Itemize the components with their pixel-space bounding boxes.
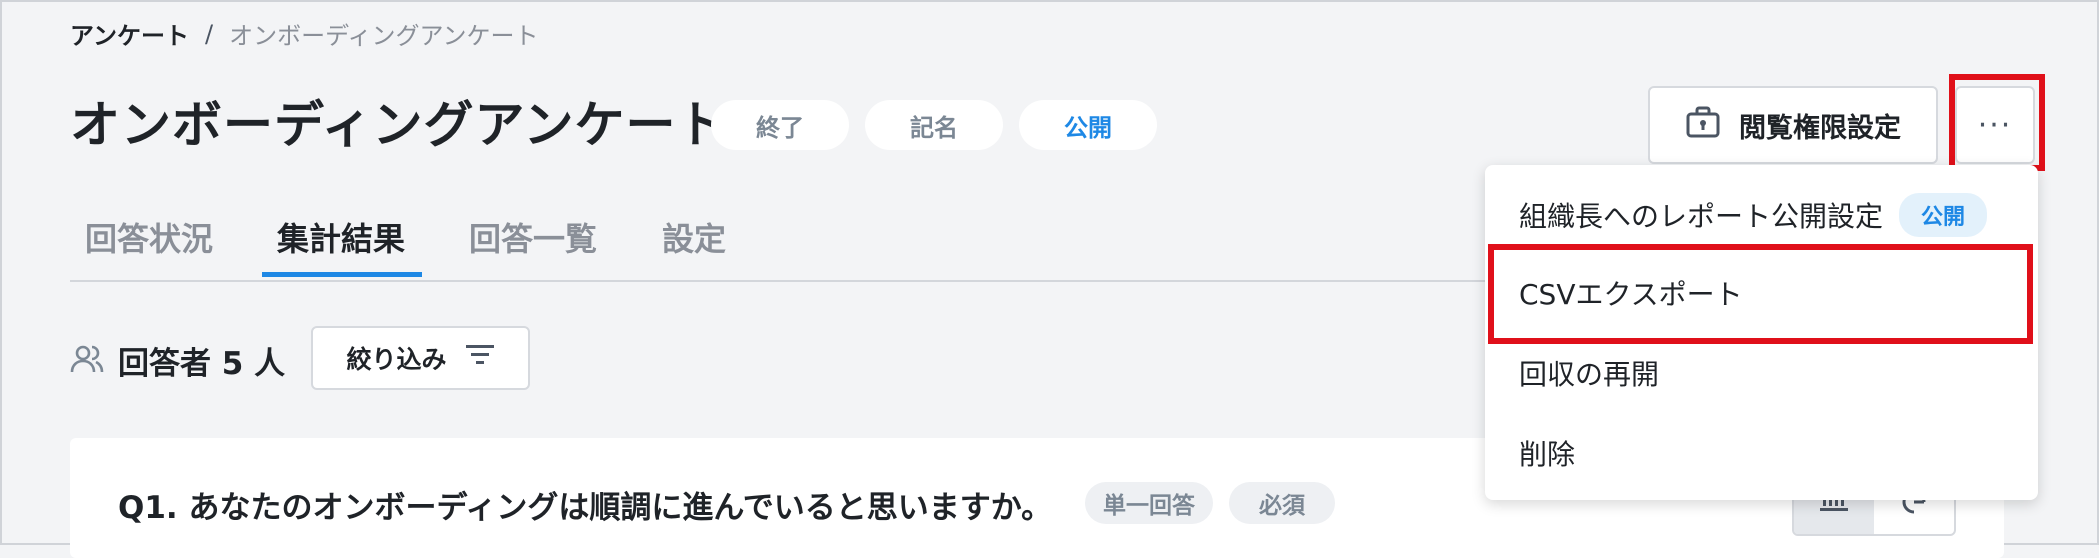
breadcrumb-current: オンボーディングアンケート [229, 22, 539, 50]
active-tab-indicator [262, 272, 422, 277]
menu-item-reopen-collection[interactable]: 回収の再開 [1519, 353, 1659, 393]
required-badge: 必須 [1229, 482, 1335, 524]
status-badge-public: 公開 [1899, 193, 1988, 237]
page-title: オンボーディングアンケート [70, 96, 728, 154]
breadcrumb: アンケート / オンボーディングアンケート [70, 16, 539, 51]
breadcrumb-separator: / [205, 19, 214, 48]
status-badge-closed: 終了 [711, 100, 849, 150]
people-icon [70, 342, 104, 380]
respondent-count: 回答者 5 人 [118, 346, 286, 382]
tab-aggregate-results[interactable]: 集計結果 [277, 214, 405, 260]
filter-button[interactable]: 絞り込み [311, 326, 530, 390]
status-badge-public: 公開 [1019, 100, 1157, 150]
menu-item-delete[interactable]: 削除 [1519, 433, 1575, 473]
status-badge-named: 記名 [865, 100, 1003, 150]
highlight-box-more [1949, 74, 2045, 171]
tab-response-status[interactable]: 回答状況 [85, 214, 213, 260]
menu-item-label: 削除 [1519, 438, 1576, 471]
filter-icon [465, 343, 495, 373]
answer-type-badge: 単一回答 [1085, 482, 1213, 524]
highlight-box-csv-export [1488, 244, 2033, 344]
question-title: Q1. あなたのオンボーディングは順調に進んでいると思いますか。 [118, 490, 1053, 526]
permissions-button[interactable]: 閲覧権限設定 [1648, 86, 1938, 164]
breadcrumb-root-link[interactable]: アンケート [70, 16, 189, 51]
filter-button-label: 絞り込み [346, 345, 447, 374]
permissions-button-label: 閲覧権限設定 [1739, 112, 1901, 144]
lock-icon [1685, 104, 1721, 147]
tab-response-list[interactable]: 回答一覧 [469, 214, 597, 260]
menu-item-label: 組織長へのレポート公開設定 [1519, 200, 1884, 233]
tab-settings[interactable]: 設定 [662, 214, 726, 260]
menu-item-report-publish-settings[interactable]: 組織長へのレポート公開設定 公開 [1519, 193, 1988, 237]
menu-item-label: 回収の再開 [1519, 358, 1660, 391]
